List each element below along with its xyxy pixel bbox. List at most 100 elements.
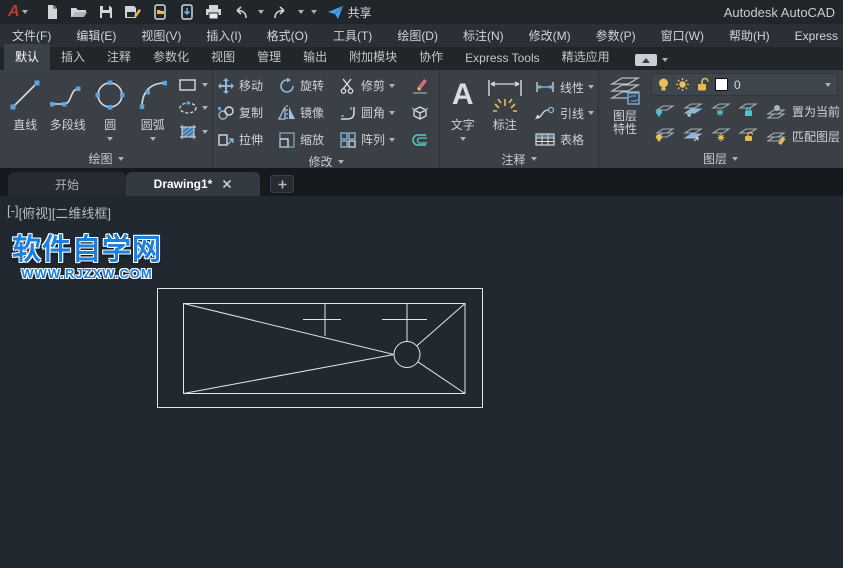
drawing1-tab[interactable]: Drawing1* <box>126 172 260 196</box>
scale-button[interactable]: 缩放 <box>278 131 331 149</box>
explode-button[interactable] <box>410 104 437 122</box>
redo-caret-icon[interactable] <box>298 10 304 14</box>
leader-caret-icon[interactable] <box>588 111 594 115</box>
text-button[interactable]: A 文字 <box>444 73 482 150</box>
plot-button[interactable] <box>204 2 224 22</box>
ribbon-minimize-button[interactable] <box>635 54 657 66</box>
arc-button[interactable]: 圆弧 <box>132 73 175 149</box>
ribbon-tab-insert[interactable]: 插入 <box>50 44 96 70</box>
redo-button[interactable] <box>271 2 291 22</box>
start-tab[interactable]: 开始 <box>8 172 126 196</box>
layer-properties-button[interactable]: 图层 特性 <box>601 72 649 149</box>
menu-help[interactable]: 帮助(H) <box>729 27 770 44</box>
menu-modify[interactable]: 修改(M) <box>529 27 571 44</box>
copy-button[interactable]: 复制 <box>217 104 270 122</box>
fillet-button[interactable]: 圆角 <box>339 104 402 122</box>
menu-view[interactable]: 视图(V) <box>141 27 181 44</box>
drawing-rectangle-1[interactable] <box>184 304 466 394</box>
layer-on-all-button[interactable] <box>653 126 675 147</box>
menu-format[interactable]: 格式(O) <box>267 27 308 44</box>
save-as-button[interactable] <box>123 2 143 22</box>
close-tab-icon[interactable] <box>222 179 232 189</box>
undo-caret-icon[interactable] <box>258 10 264 14</box>
layer-unlock-all-button[interactable] <box>737 126 759 147</box>
polyline-button[interactable]: 多段线 <box>47 73 90 149</box>
rectangle-button[interactable] <box>178 77 208 93</box>
erase-button[interactable] <box>410 77 437 95</box>
draw-panel-title[interactable]: 绘图 <box>0 149 212 168</box>
fillet-caret-icon[interactable] <box>389 111 395 115</box>
customize-qat-caret-icon[interactable] <box>311 10 317 14</box>
trim-button[interactable]: 修剪 <box>339 77 402 95</box>
layer-off-button[interactable] <box>653 101 675 122</box>
rectangle-caret-icon[interactable] <box>202 83 208 87</box>
layer-isolate-button[interactable] <box>681 101 703 122</box>
layer-freeze-button[interactable] <box>709 101 731 122</box>
menu-express[interactable]: Express <box>795 29 838 43</box>
menu-parametric[interactable]: 参数(P) <box>596 27 636 44</box>
modify-panel-title[interactable]: 修改 <box>213 153 439 170</box>
autocad-logo-icon[interactable]: A <box>8 1 20 23</box>
circle-button[interactable]: 圆 <box>89 73 132 149</box>
linear-caret-icon[interactable] <box>588 85 594 89</box>
menu-file[interactable]: 文件(F) <box>12 27 51 44</box>
line-button[interactable]: 直线 <box>4 73 47 149</box>
ribbon-tab-home[interactable]: 默认 <box>4 44 50 70</box>
menu-edit[interactable]: 编辑(E) <box>76 27 116 44</box>
circle-caret-icon[interactable] <box>107 137 113 141</box>
model-space-canvas[interactable]: [-] [俯视] [二维线框] 软件自学网 WWW.RJZXW.COM <box>0 196 843 568</box>
array-button[interactable]: 阵列 <box>339 131 402 149</box>
drawing-line-0[interactable] <box>184 304 395 355</box>
layer-unisolate-button[interactable] <box>681 126 703 147</box>
rotate-button[interactable]: 旋转 <box>278 77 331 95</box>
stretch-button[interactable]: 拉伸 <box>217 131 270 149</box>
layer-dropdown-caret-icon[interactable] <box>825 83 831 87</box>
offset-button[interactable] <box>410 132 437 148</box>
match-layer-button[interactable]: 匹配图层 <box>765 128 840 145</box>
cad-drawing[interactable] <box>0 196 843 568</box>
ribbon-tab-featured-apps[interactable]: 精选应用 <box>551 44 621 70</box>
save-button[interactable] <box>96 2 116 22</box>
ribbon-tab-parametric[interactable]: 参数化 <box>142 44 200 70</box>
dimension-button[interactable]: 标注 <box>482 73 528 150</box>
text-caret-icon[interactable] <box>460 137 466 141</box>
ribbon-tab-express-tools[interactable]: Express Tools <box>454 47 550 70</box>
layer-thaw-all-button[interactable] <box>709 126 731 147</box>
layers-panel-title[interactable]: 图层 <box>599 149 842 168</box>
menu-dimension[interactable]: 标注(N) <box>463 27 504 44</box>
open-file-button[interactable] <box>69 2 89 22</box>
menu-draw[interactable]: 绘图(D) <box>397 27 438 44</box>
layer-lock-button[interactable] <box>737 101 759 122</box>
ellipse-caret-icon[interactable] <box>202 106 208 110</box>
menu-tools[interactable]: 工具(T) <box>333 27 372 44</box>
ribbon-tab-collaborate[interactable]: 协作 <box>408 44 454 70</box>
array-caret-icon[interactable] <box>389 138 395 142</box>
arc-caret-icon[interactable] <box>150 137 156 141</box>
leader-button[interactable]: 引线 <box>534 102 594 124</box>
open-from-web-mobile-button[interactable] <box>150 2 170 22</box>
drawing-line-3[interactable] <box>418 362 465 394</box>
new-drawing-tab-button[interactable] <box>270 175 294 193</box>
mirror-button[interactable]: 镜像 <box>278 104 331 122</box>
drawing-circle[interactable] <box>394 342 420 368</box>
ribbon-tab-annotate[interactable]: 注释 <box>96 44 142 70</box>
ribbon-minimize-caret-icon[interactable] <box>662 58 668 62</box>
hatch-caret-icon[interactable] <box>202 130 208 134</box>
linear-dimension-button[interactable]: 线性 <box>534 76 594 98</box>
ribbon-tab-manage[interactable]: 管理 <box>246 44 292 70</box>
layer-dropdown[interactable]: 0 <box>651 73 838 96</box>
save-to-web-mobile-button[interactable] <box>177 2 197 22</box>
undo-button[interactable] <box>231 2 251 22</box>
drawing-line-2[interactable] <box>417 304 465 346</box>
ribbon-tab-addins[interactable]: 附加模块 <box>338 44 408 70</box>
share-button[interactable]: 共享 <box>327 4 372 21</box>
trim-caret-icon[interactable] <box>389 84 395 88</box>
ellipse-button[interactable] <box>178 100 208 116</box>
menu-insert[interactable]: 插入(I) <box>206 27 241 44</box>
hatch-button[interactable] <box>178 123 208 141</box>
make-current-button[interactable]: 置为当前 <box>765 103 840 120</box>
app-menu-caret-icon[interactable] <box>22 10 28 14</box>
drawing-line-1[interactable] <box>184 355 395 394</box>
table-button[interactable]: 表格 <box>534 128 594 150</box>
ribbon-tab-output[interactable]: 输出 <box>292 44 338 70</box>
